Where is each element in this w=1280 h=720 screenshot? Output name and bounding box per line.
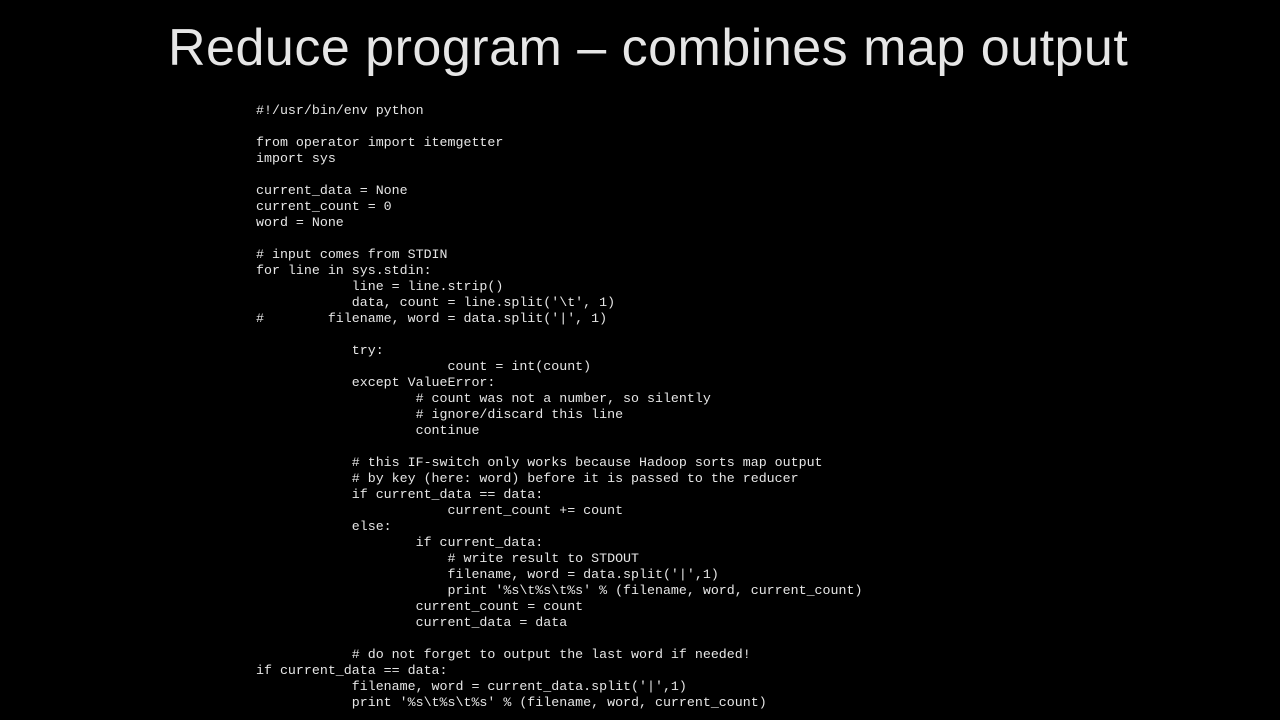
slide: Reduce program – combines map output #!/… <box>0 0 1280 720</box>
code-block: #!/usr/bin/env python from operator impo… <box>256 103 862 711</box>
slide-title: Reduce program – combines map output <box>168 18 1128 78</box>
